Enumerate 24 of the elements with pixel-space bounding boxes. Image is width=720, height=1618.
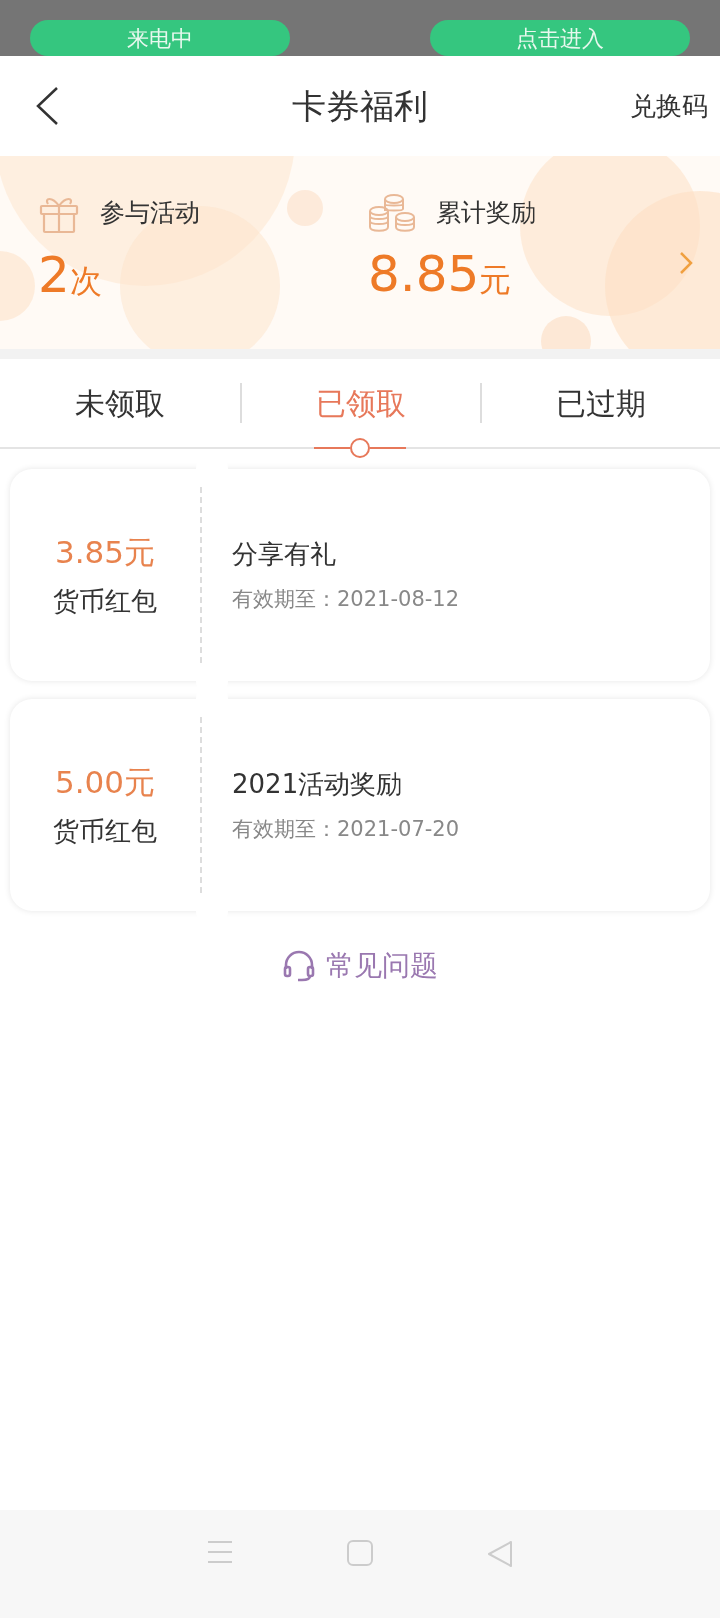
coupon-type: 货币红包 xyxy=(53,584,157,618)
faq-link[interactable]: 常见问题 xyxy=(282,945,438,987)
summary-value: 8.85元 xyxy=(368,244,513,305)
back-icon[interactable] xyxy=(34,86,60,126)
coupon-amount: 3.85元 xyxy=(55,533,155,573)
coupon-expiry: 有效期至：2021-08-12 xyxy=(232,585,460,613)
back-nav-icon[interactable] xyxy=(487,1540,513,1568)
home-icon[interactable] xyxy=(347,1540,373,1566)
coupon-amount: 5.00元 xyxy=(55,763,155,803)
coupon-expiry: 有效期至：2021-07-20 xyxy=(232,815,460,843)
menu-icon[interactable] xyxy=(207,1540,233,1564)
redeem-code-link[interactable]: 兑换码 xyxy=(630,86,708,126)
summary-label: 累计奖励 xyxy=(436,197,536,230)
coupon-title: 2021活动奖励 xyxy=(232,767,404,801)
summary-label: 参与活动 xyxy=(100,197,200,230)
coupon-type: 货币红包 xyxy=(53,814,157,848)
headset-icon xyxy=(282,949,316,983)
tab[interactable]: 未领取 xyxy=(0,359,240,447)
coins-icon xyxy=(368,193,416,233)
tab[interactable]: 已过期 xyxy=(482,359,720,447)
coupon-title: 分享有礼 xyxy=(232,537,337,571)
summary-value: 2次 xyxy=(38,245,103,306)
chevron-right-icon[interactable] xyxy=(678,249,694,276)
page-title: 卡券福利 xyxy=(292,84,428,128)
